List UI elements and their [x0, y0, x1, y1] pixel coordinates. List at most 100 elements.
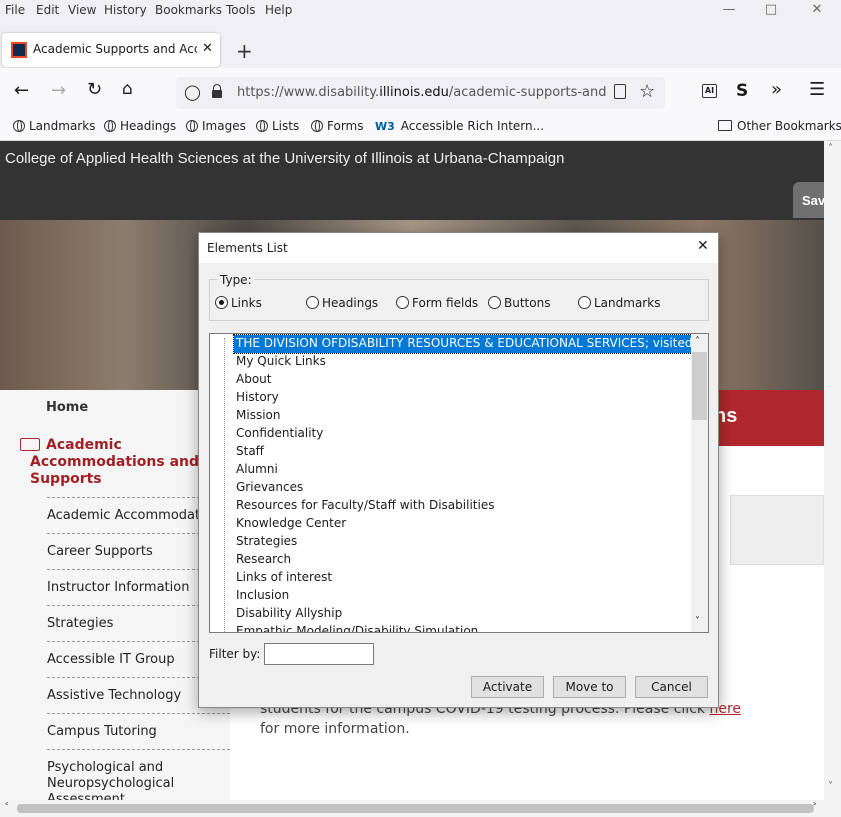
extension-s-icon[interactable]: S [736, 81, 748, 101]
tab-academic-supports[interactable]: Academic Supports and Accom ✕ [2, 33, 220, 67]
url-prefix: https://www.disability. [237, 85, 380, 100]
tree-item[interactable]: Links of interest [234, 569, 334, 587]
reader-ai-icon[interactable]: AI [702, 84, 717, 98]
radio-buttons[interactable]: Buttons [488, 296, 550, 310]
sidebar-link-accessible-it-group[interactable]: Accessible IT Group [47, 652, 175, 667]
radio-label: Buttons [504, 296, 551, 310]
radio-form-fields[interactable]: Form fields [396, 296, 478, 310]
bookmark-images[interactable]: Images [186, 119, 246, 133]
minimize-icon[interactable]: — [709, 2, 749, 24]
elements-tree[interactable]: THE DIVISION OFDISABILITY RESOURCES & ED… [209, 333, 709, 633]
reload-icon[interactable]: ↻ [87, 79, 102, 100]
tree-item[interactable]: Staff [234, 443, 266, 461]
bookmark-forms[interactable]: Forms [311, 119, 363, 133]
tree-scrollbar[interactable]: ˄ ˅ [691, 334, 708, 632]
tree-item[interactable]: Research [234, 551, 293, 569]
bookmark-star-icon[interactable]: ☆ [639, 81, 655, 102]
tree-item[interactable]: Mission [234, 407, 282, 425]
scroll-up-icon[interactable]: ˄ [828, 143, 833, 154]
bookmark-lists[interactable]: Lists [256, 119, 299, 133]
scroll-down-icon[interactable]: ˅ [828, 781, 833, 792]
sidebar-link-academic-accommodation[interactable]: Academic Accommodation [47, 508, 220, 523]
scroll-left-icon[interactable]: ˂ [4, 801, 10, 814]
save-button[interactable]: Sav [793, 182, 824, 218]
bookmark-aria[interactable]: W3 Accessible Rich Intern... [375, 119, 544, 133]
scroll-thumb[interactable] [17, 804, 814, 813]
horizontal-scrollbar[interactable]: ˂ ˃ [0, 800, 824, 817]
tree-scroll-thumb[interactable] [692, 352, 707, 420]
tree-item[interactable]: Alumni [234, 461, 280, 479]
shield-icon[interactable]: ◯ [184, 83, 201, 101]
reader-view-icon[interactable] [614, 84, 626, 99]
tree-item[interactable]: Knowledge Center [234, 515, 348, 533]
tree-item[interactable]: Inclusion [234, 587, 291, 605]
radio-checked-icon [215, 296, 228, 309]
other-bookmarks[interactable]: Other Bookmarks [718, 119, 841, 133]
menu-edit[interactable]: Edit [36, 3, 59, 17]
dialog-close-icon[interactable]: ✕ [697, 238, 709, 254]
tree-item[interactable]: THE DIVISION OFDISABILITY RESOURCES & ED… [232, 334, 696, 354]
back-icon[interactable]: ← [14, 80, 29, 101]
bookmark-label: Landmarks [29, 119, 96, 133]
tree-item[interactable]: History [234, 389, 281, 407]
menu-bookmarks[interactable]: Bookmarks [155, 3, 222, 17]
overflow-chevron-icon[interactable]: » [771, 79, 782, 100]
vertical-scrollbar[interactable]: ˄ ˅ [824, 141, 841, 800]
menu-help[interactable]: Help [265, 3, 292, 17]
menu-tools[interactable]: Tools [226, 3, 256, 17]
maximize-icon[interactable]: □ [751, 2, 791, 24]
sidebar-section-title[interactable]: Academic Accommodations and Supports [30, 437, 210, 488]
activate-button[interactable]: Activate [471, 676, 544, 698]
forward-icon[interactable]: → [51, 80, 66, 101]
globe-icon [186, 120, 198, 132]
new-tab-icon[interactable]: + [236, 39, 253, 63]
illinois-favicon-icon [11, 42, 27, 58]
site-header: College of Applied Health Sciences at th… [0, 141, 824, 220]
sidebar-link-campus-tutoring[interactable]: Campus Tutoring [47, 724, 157, 739]
bookmark-landmarks[interactable]: Landmarks [13, 119, 95, 133]
move-to-button[interactable]: Move to [553, 676, 626, 698]
tree-scroll-down-icon[interactable]: ˅ [695, 616, 700, 627]
w3c-icon: W3 [375, 120, 395, 133]
sidebar-home[interactable]: Home [46, 400, 88, 415]
lock-icon[interactable] [212, 84, 222, 98]
hamburger-menu-icon[interactable]: ☰ [809, 79, 825, 100]
radio-headings[interactable]: Headings [306, 296, 378, 310]
sidebar-link-career-supports[interactable]: Career Supports [47, 544, 153, 559]
college-title[interactable]: College of Applied Health Sciences at th… [5, 150, 564, 167]
tab-title: Academic Supports and Accom [33, 42, 197, 56]
url-text[interactable]: https://www.disability.illinois.edu/acad… [237, 85, 607, 100]
menu-view[interactable]: View [68, 3, 96, 17]
menu-file[interactable]: File [5, 3, 25, 17]
tree-item[interactable]: Confidentiality [234, 425, 325, 443]
other-bookmarks-label: Other Bookmarks [737, 119, 841, 133]
tree-scroll-up-icon[interactable]: ˄ [695, 336, 700, 347]
dialog-title: Elements List [207, 241, 288, 255]
tree-item[interactable]: Resources for Faculty/Staff with Disabil… [234, 497, 496, 515]
type-label: Type: [218, 273, 254, 287]
bookmark-headings[interactable]: Headings [104, 119, 176, 133]
tree-item[interactable]: Grievances [234, 479, 305, 497]
radio-links[interactable]: Links [215, 296, 262, 310]
close-window-icon[interactable]: ✕ [797, 2, 837, 24]
radio-landmarks[interactable]: Landmarks [578, 296, 660, 310]
scroll-right-icon[interactable]: ˃ [812, 801, 818, 814]
tree-item[interactable]: Disability Allyship [234, 605, 344, 623]
sidebar-link-psych-assessment[interactable]: Psychological and Neuropsychological Ass… [47, 760, 197, 800]
tree-item[interactable]: Strategies [234, 533, 299, 551]
sidebar-link-strategies[interactable]: Strategies [47, 616, 113, 631]
menu-bar: File Edit View History Bookmarks Tools H… [0, 0, 841, 22]
globe-icon [256, 120, 268, 132]
tree-item[interactable]: My Quick Links [234, 353, 328, 371]
filter-input[interactable] [264, 643, 374, 665]
sidebar-link-assistive-technology[interactable]: Assistive Technology [47, 688, 181, 703]
menu-history[interactable]: History [104, 3, 147, 17]
sidebar-link-instructor-information[interactable]: Instructor Information [47, 580, 189, 595]
home-icon[interactable]: ⌂ [122, 79, 133, 99]
cancel-button[interactable]: Cancel [635, 676, 708, 698]
address-bar[interactable]: ◯ https://www.disability.illinois.edu/ac… [176, 77, 665, 109]
tree-item[interactable]: Empathic Modeling/Disability Simulation [234, 623, 480, 632]
tree-item[interactable]: About [234, 371, 273, 389]
sidebar-divider [47, 713, 230, 714]
close-tab-icon[interactable]: ✕ [202, 41, 213, 56]
